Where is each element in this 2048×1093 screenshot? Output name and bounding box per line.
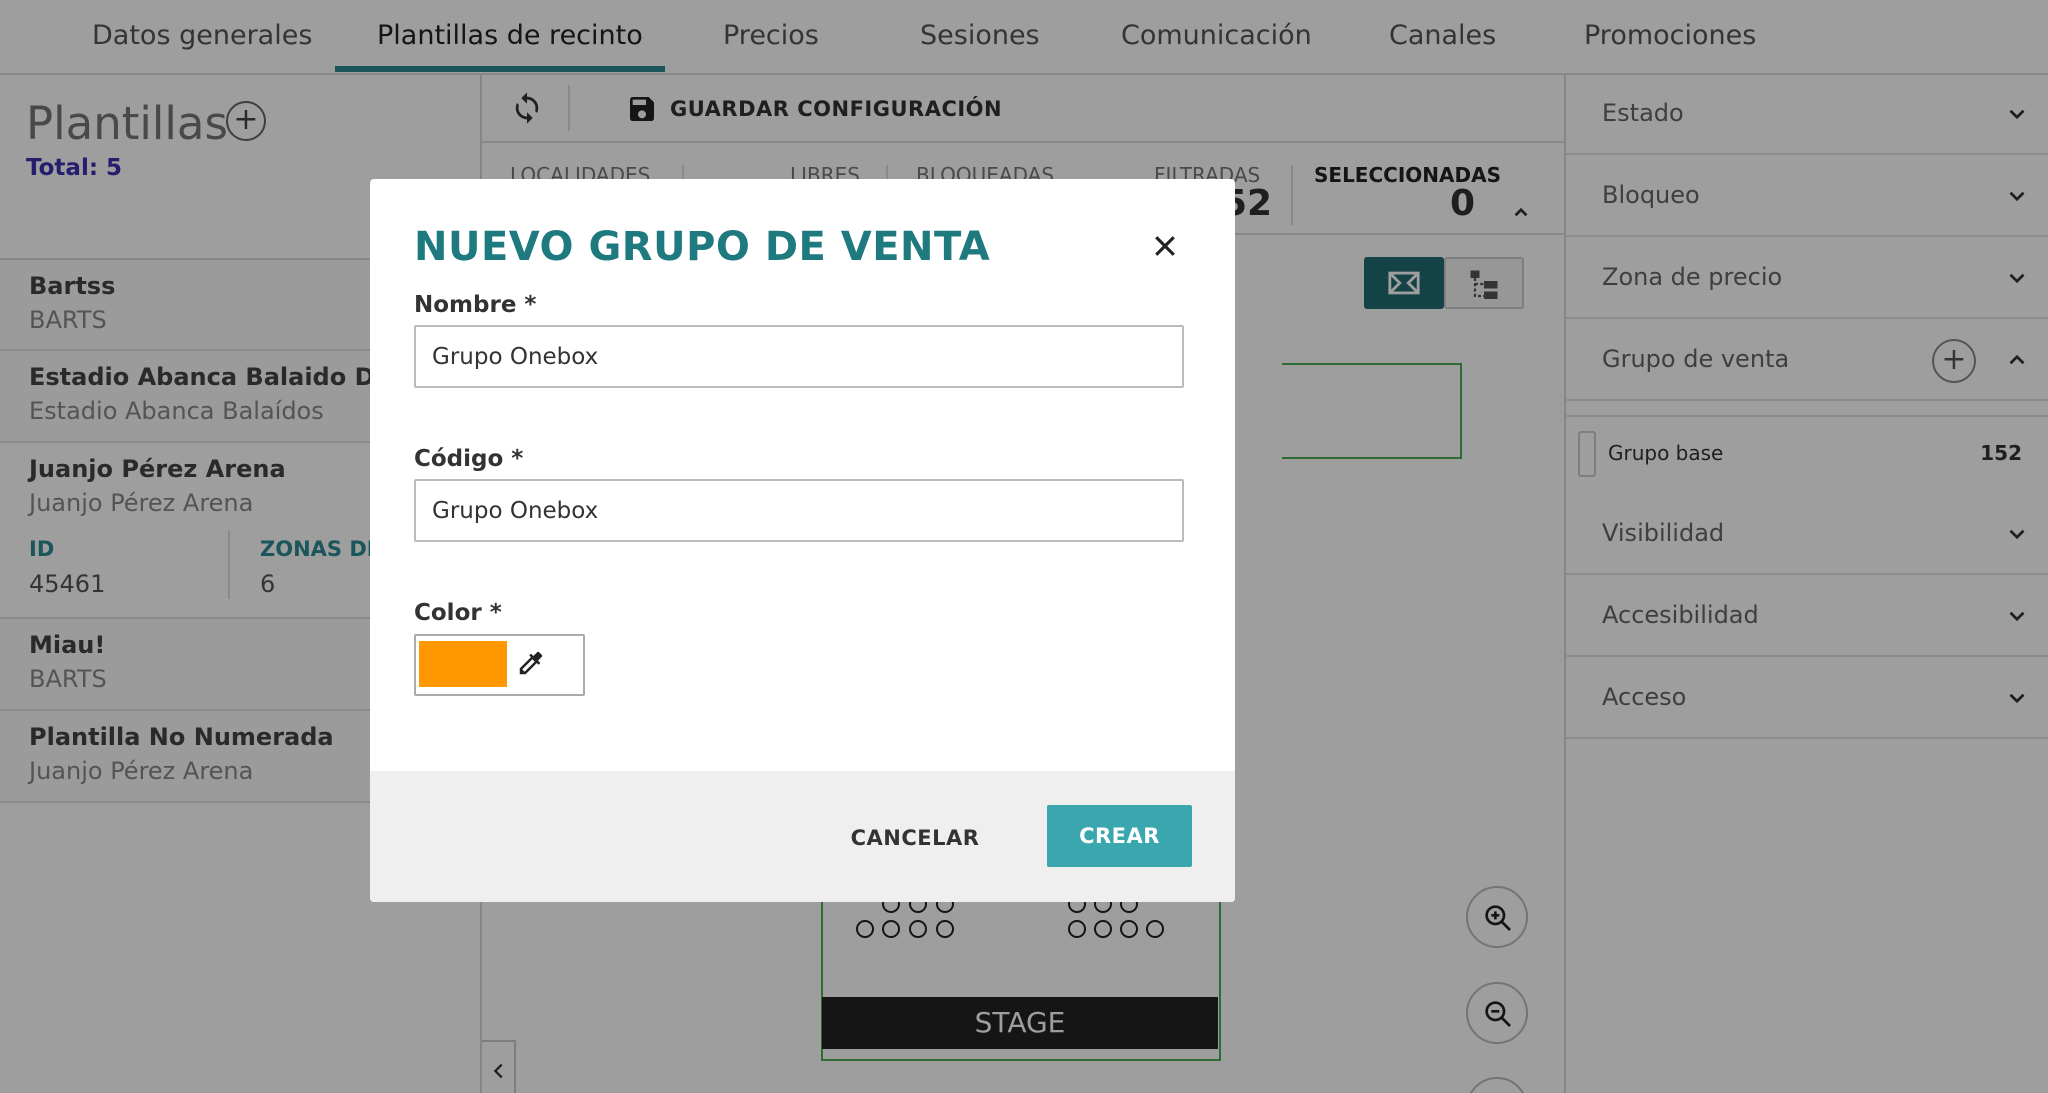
- color-label: Color *: [414, 600, 502, 626]
- close-icon[interactable]: [1150, 231, 1180, 261]
- dialog-footer: CANCELAR CREAR: [370, 771, 1235, 902]
- new-sales-group-dialog: NUEVO GRUPO DE VENTA Nombre * Código * C…: [370, 179, 1235, 902]
- name-input[interactable]: [414, 325, 1184, 388]
- color-swatch[interactable]: [419, 641, 507, 687]
- name-label: Nombre *: [414, 292, 537, 318]
- create-button[interactable]: CREAR: [1047, 805, 1192, 867]
- code-label: Código *: [414, 446, 524, 472]
- color-picker[interactable]: [414, 634, 585, 696]
- eyedropper-icon[interactable]: [516, 648, 546, 678]
- cancel-button[interactable]: CANCELAR: [840, 807, 990, 869]
- dialog-title: NUEVO GRUPO DE VENTA: [414, 224, 991, 270]
- code-input[interactable]: [414, 479, 1184, 542]
